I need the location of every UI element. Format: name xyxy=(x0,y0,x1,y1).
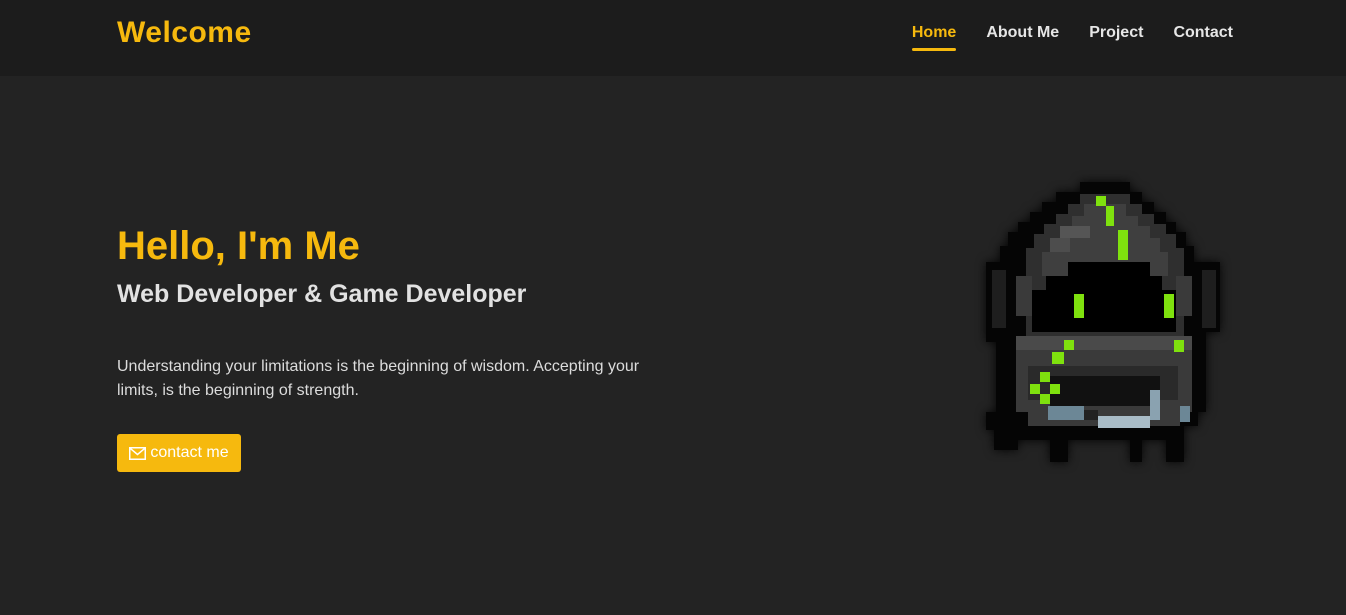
nav-links: Home About Me Project Contact xyxy=(911,24,1233,51)
hero-title: Hello, I'm Me xyxy=(117,224,360,268)
nav-link-project[interactable]: Project xyxy=(1089,24,1143,50)
contact-me-button[interactable]: contact me xyxy=(117,434,241,472)
navbar: Welcome Home About Me Project Contact xyxy=(0,0,1346,76)
contact-me-label: contact me xyxy=(150,444,229,461)
nav-link-contact[interactable]: Contact xyxy=(1173,24,1233,50)
nav-link-home[interactable]: Home xyxy=(911,24,957,51)
hero-subtitle: Web Developer & Game Developer xyxy=(117,280,527,308)
brand-logo[interactable]: Welcome xyxy=(117,16,252,50)
nav-link-about-me[interactable]: About Me xyxy=(986,24,1059,50)
envelope-icon xyxy=(129,446,147,460)
hero-quote: Understanding your limitations is the be… xyxy=(117,358,640,399)
pixel-robot-avatar xyxy=(980,176,1230,476)
